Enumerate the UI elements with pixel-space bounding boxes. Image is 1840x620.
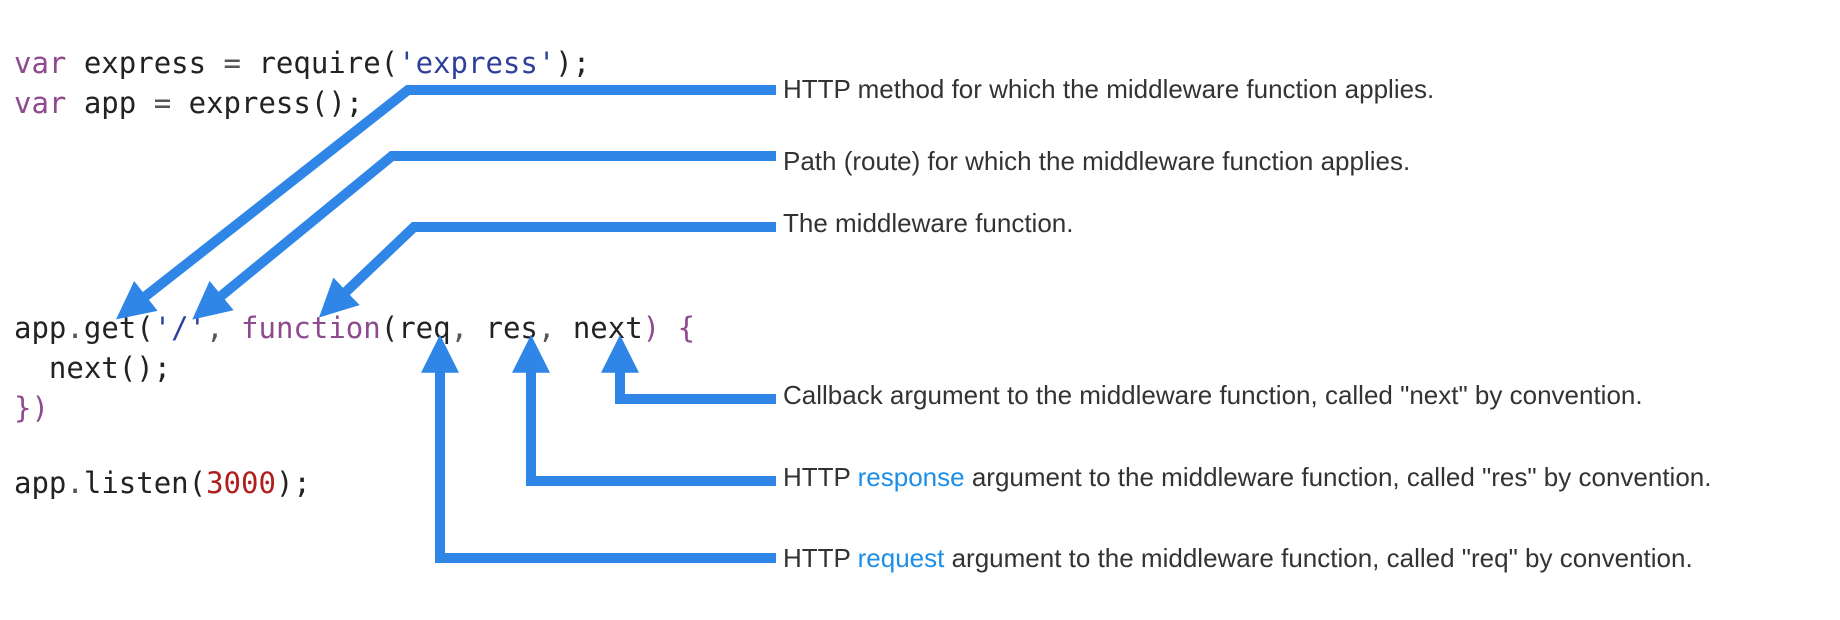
annotation-suffix: argument to the middleware function, cal…	[944, 543, 1693, 573]
arrow-function	[318, 222, 776, 318]
annotation-prefix: HTTP	[783, 462, 858, 492]
request-link[interactable]: request	[858, 543, 945, 573]
arrow-method	[116, 85, 776, 320]
response-link[interactable]: response	[858, 462, 965, 492]
annotation-next: Callback argument to the middleware func…	[783, 380, 1643, 410]
annotation-path: Path (route) for which the middleware fu…	[783, 146, 1411, 176]
annotation-prefix: HTTP	[783, 543, 858, 573]
annotation-suffix: argument to the middleware function, cal…	[964, 462, 1712, 492]
arrow-next	[601, 334, 776, 404]
annotation-response: HTTP response argument to the middleware…	[783, 462, 1711, 493]
annotation-request: HTTP request argument to the middleware …	[783, 543, 1693, 574]
annotation-function: The middleware function.	[783, 208, 1074, 238]
arrow-req	[421, 334, 776, 563]
annotation-method: HTTP method for which the middleware fun…	[783, 74, 1435, 104]
arrow-res	[512, 334, 776, 486]
